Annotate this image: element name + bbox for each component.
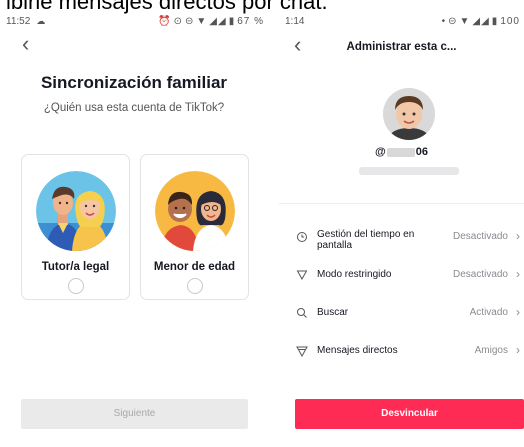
battery-level: 100 [500, 15, 520, 27]
signal-icon: ◢◢ [472, 15, 490, 27]
battery-icon: ▮ [228, 15, 236, 27]
wifi-icon: ▼ [196, 15, 208, 27]
settings-value: Activado [469, 307, 508, 318]
option-card-minor[interactable]: Menor de edad [140, 154, 249, 300]
alarm-icon: ⏰ [158, 15, 172, 27]
search-icon [297, 308, 307, 318]
status-icons: ⏰ ⊙ ⊝ ▼ ◢◢ ▮ 67 % [158, 16, 264, 27]
option-card-guardian[interactable]: Tutor/a legal [21, 154, 130, 300]
dot-icon: • [441, 15, 447, 27]
username: @06 [279, 146, 524, 158]
settings-row-search[interactable]: Buscar Activado › [279, 300, 524, 330]
battery-icon: ▮ [491, 15, 499, 27]
option-label: Tutor/a legal [41, 261, 110, 273]
status-time: 11:52 [6, 15, 31, 27]
settings-row-screen-time[interactable]: Gestión del tiempo en pantalla Desactiva… [279, 224, 524, 254]
filter-icon [296, 270, 308, 281]
guardian-illustration [36, 171, 116, 251]
dnd-icon: ⊝ [448, 15, 458, 27]
blurred-subline [359, 167, 459, 175]
settings-row-restricted-mode[interactable]: Modo restringido Desactivado › [279, 262, 524, 292]
settings-label: Gestión del tiempo en pantalla [317, 229, 415, 251]
username-prefix: @ [375, 146, 386, 158]
guardian-radio[interactable] [68, 278, 84, 294]
settings-label: Buscar [317, 307, 349, 318]
blurred-username [386, 147, 415, 157]
settings-row-direct-messages[interactable]: Mensajes directos Amigos › [279, 338, 524, 368]
location-icon: ⊙ [173, 15, 183, 27]
dnd-icon: ⊝ [185, 15, 195, 27]
clock-icon [297, 232, 307, 242]
cloud-icon: ☁ [36, 15, 46, 26]
chevron-right-icon: › [516, 305, 520, 319]
settings-value: Amigos [474, 345, 508, 356]
back-button[interactable]: ‹ [22, 33, 29, 55]
battery-level: 67 % [237, 15, 264, 27]
chevron-right-icon: › [516, 343, 520, 357]
minor-illustration [155, 171, 235, 251]
caption-text: ibirie mensajes directos por chat. [6, 0, 328, 14]
screen-separator [268, 0, 279, 447]
avatar [383, 88, 435, 140]
family-pairing-screen: 11:52 ☁ ⏰ ⊙ ⊝ ▼ ◢◢ ▮ 67 % ‹ Sincronizaci… [0, 0, 268, 447]
divider [279, 203, 524, 204]
settings-value: Desactivado [452, 231, 508, 242]
page-subtitle: ¿Quién usa esta cuenta de TikTok? [43, 102, 225, 114]
wifi-icon: ▼ [459, 15, 471, 27]
unlink-button[interactable]: Desvincular [295, 399, 524, 429]
settings-value: Desactivado [452, 269, 508, 280]
signal-icon: ◢◢ [209, 15, 227, 27]
manage-account-screen: 1:14 • ⊝ ▼ ◢◢ ▮ 100 ‹ Administrar esta c… [279, 0, 524, 447]
chevron-right-icon: › [516, 267, 520, 281]
username-suffix: 06 [415, 146, 428, 158]
page-title: Administrar esta c... [346, 41, 457, 53]
chevron-right-icon: › [516, 229, 520, 243]
settings-label: Modo restringido [317, 269, 392, 280]
next-button[interactable]: Siguiente [21, 399, 248, 429]
status-time: 1:14 [285, 15, 305, 27]
message-icon [296, 346, 308, 357]
settings-label: Mensajes directos [317, 345, 398, 356]
minor-radio[interactable] [187, 278, 203, 294]
option-label: Menor de edad [153, 261, 236, 273]
status-icons: • ⊝ ▼ ◢◢ ▮ 100 [442, 16, 520, 27]
page-title: Sincronización familiar [40, 73, 228, 92]
